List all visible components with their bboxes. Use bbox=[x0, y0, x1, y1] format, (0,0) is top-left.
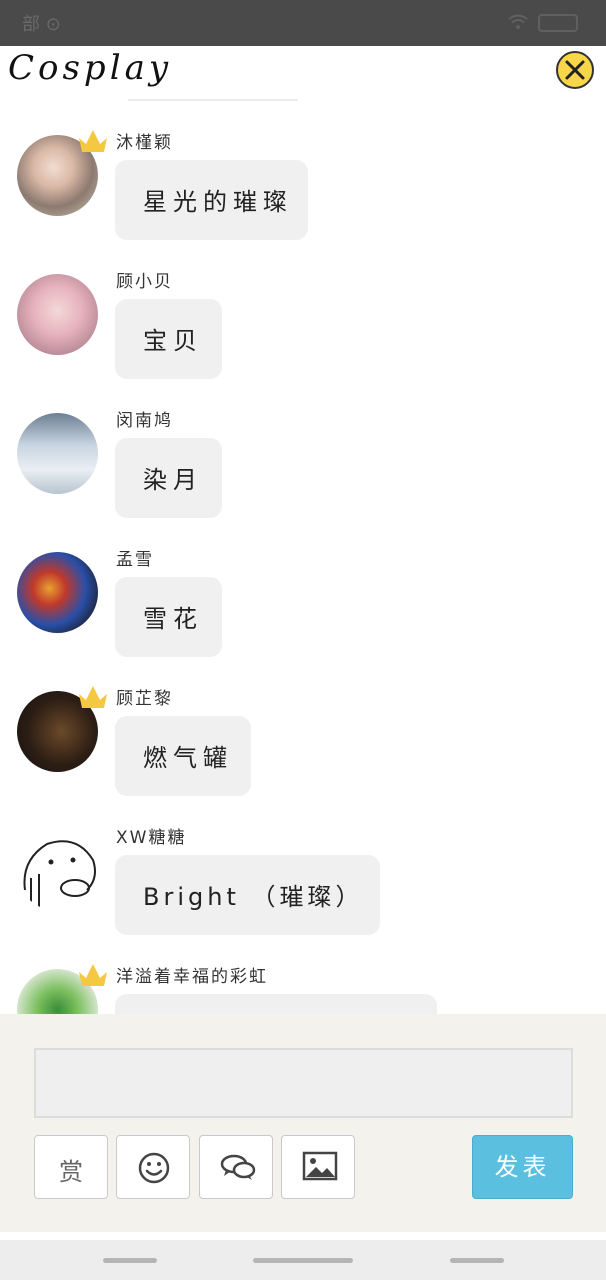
emoji-button[interactable] bbox=[116, 1135, 190, 1199]
message-bubble[interactable] bbox=[115, 994, 437, 1014]
message-text: 染月 bbox=[143, 466, 203, 494]
chat-button[interactable] bbox=[199, 1135, 273, 1199]
username: 洋溢着幸福的彩虹 bbox=[116, 967, 268, 987]
message-bubble[interactable]: Bright （璀璨） bbox=[115, 855, 380, 935]
avatar[interactable] bbox=[17, 830, 98, 911]
message-text: 宝贝 bbox=[143, 327, 203, 355]
composer: 赏 发表 bbox=[0, 1014, 606, 1232]
avatar[interactable] bbox=[17, 413, 98, 494]
system-nav-bar bbox=[0, 1240, 606, 1280]
message-bubble[interactable]: 染月 bbox=[115, 438, 222, 518]
comment-input[interactable] bbox=[34, 1048, 573, 1118]
message-list[interactable]: 沐槿颖 星光的璀璨 顾小贝 宝贝 闵南鸠 染月 孟雪 雪花 顾芷黎 燃气罐 XW… bbox=[0, 102, 606, 1014]
nav-home-button[interactable] bbox=[253, 1258, 353, 1263]
nav-menu-button[interactable] bbox=[103, 1258, 157, 1263]
close-icon bbox=[565, 60, 585, 80]
message-bubble[interactable]: 宝贝 bbox=[115, 299, 222, 379]
header: Cosplay bbox=[0, 46, 606, 100]
carrier-text: 部 ⊙ bbox=[22, 14, 61, 35]
username: 沐槿颖 bbox=[116, 133, 173, 153]
message-text: Bright （璀璨） bbox=[143, 883, 364, 911]
close-button[interactable] bbox=[556, 51, 594, 89]
nav-back-button[interactable] bbox=[450, 1258, 504, 1263]
status-bar: 部 ⊙ bbox=[0, 0, 606, 46]
message-bubble[interactable]: 雪花 bbox=[115, 577, 222, 657]
battery-icon bbox=[538, 14, 578, 32]
message-text: 星光的璀璨 bbox=[143, 188, 293, 216]
chat-bubbles-icon bbox=[220, 1154, 256, 1180]
username: 孟雪 bbox=[116, 550, 154, 570]
image-icon bbox=[302, 1151, 338, 1181]
crown-icon bbox=[79, 964, 107, 986]
avatar[interactable] bbox=[17, 274, 98, 355]
message-text: 雪花 bbox=[143, 605, 203, 633]
divider bbox=[128, 99, 298, 101]
crown-icon bbox=[79, 130, 107, 152]
reward-label: 赏 bbox=[59, 1158, 83, 1186]
avatar[interactable] bbox=[17, 552, 98, 633]
sketch-face-image bbox=[23, 840, 96, 908]
post-button[interactable]: 发表 bbox=[472, 1135, 573, 1199]
image-button[interactable] bbox=[281, 1135, 355, 1199]
message-bubble[interactable]: 燃气罐 bbox=[115, 716, 251, 796]
username: 顾芷黎 bbox=[116, 689, 173, 709]
username: 顾小贝 bbox=[116, 272, 173, 292]
message-text: 燃气罐 bbox=[143, 744, 233, 772]
reward-button[interactable]: 赏 bbox=[34, 1135, 108, 1199]
message-bubble[interactable]: 星光的璀璨 bbox=[115, 160, 308, 240]
page-title: Cosplay bbox=[8, 48, 173, 88]
wifi-icon bbox=[508, 14, 528, 29]
crown-icon bbox=[79, 686, 107, 708]
username: XW糖糖 bbox=[116, 828, 187, 848]
username: 闵南鸠 bbox=[116, 411, 173, 431]
smiley-icon bbox=[138, 1152, 170, 1184]
